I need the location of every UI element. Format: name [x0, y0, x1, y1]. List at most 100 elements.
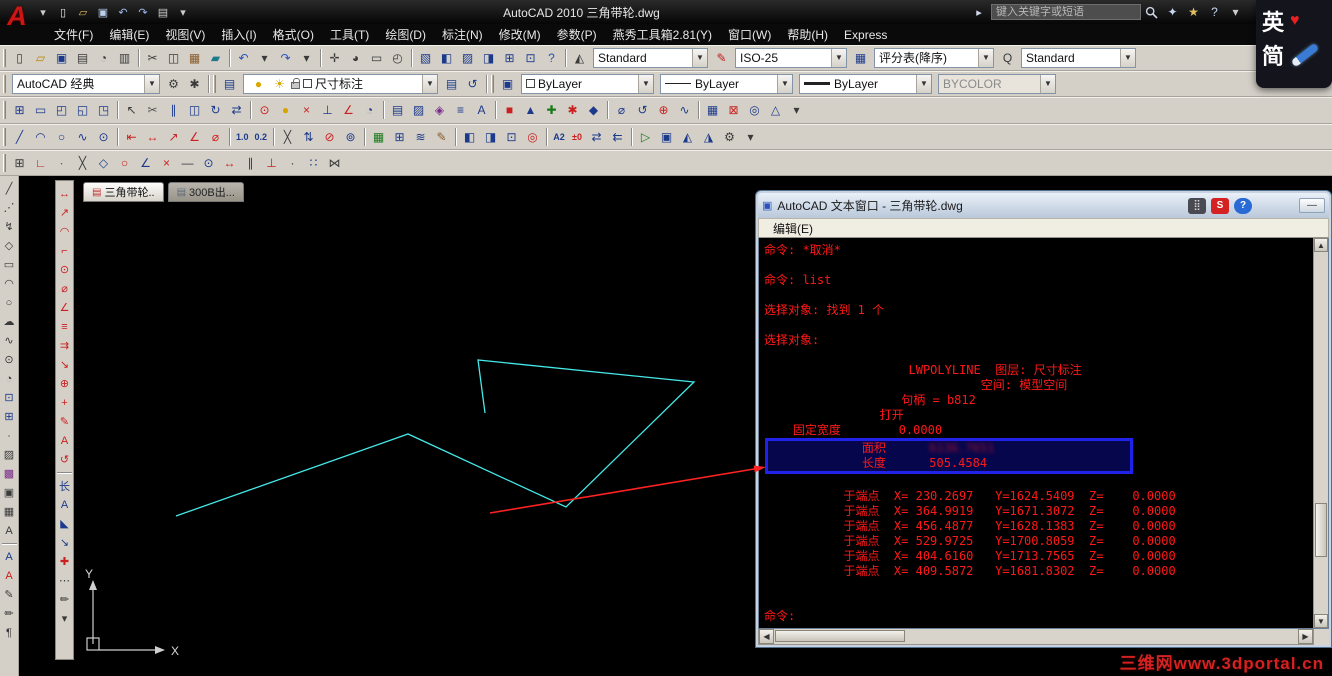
dim-angular-icon[interactable]: ∠ — [56, 298, 73, 317]
text-window-minimize-button[interactable]: — — [1299, 198, 1325, 213]
menu-item[interactable]: 格式(O) — [265, 24, 322, 45]
insert-block-icon[interactable]: ⊡ — [0, 388, 18, 407]
pencil-icon[interactable]: ✏ — [0, 604, 18, 623]
osnap-tangent-icon[interactable]: ◔ — [359, 100, 380, 120]
dim-linear-icon[interactable]: ↔ — [56, 184, 73, 203]
osnap-settings-icon[interactable]: ⋈ — [324, 153, 345, 173]
dim-aligned-tool-icon[interactable]: ↗ — [163, 127, 184, 147]
toolbar-grip[interactable] — [491, 74, 494, 93]
combo-arrow-icon[interactable]: ▼ — [144, 74, 159, 93]
vports-2-icon[interactable]: ◰ — [51, 100, 72, 120]
snap-perpendicular2-icon[interactable]: ⊥ — [261, 153, 282, 173]
settings-icon[interactable]: ⚙ — [719, 127, 740, 147]
ime-panel[interactable]: 英 ♥ 简 — [1256, 0, 1332, 88]
qat-undo-icon[interactable]: ↶ — [114, 3, 132, 21]
viewport-right-icon[interactable]: ◨ — [480, 127, 501, 147]
qat-redo-icon[interactable]: ↷ — [134, 3, 152, 21]
multileader-style-combo[interactable]: Standard ▼ — [1021, 47, 1136, 68]
search-icon[interactable] — [1145, 6, 1158, 19]
star-tool-icon[interactable]: ✱ — [562, 100, 583, 120]
text-window[interactable]: ▣ AutoCAD 文本窗口 - 三角带轮.dwg ⣿ S ? — 编辑(E) … — [755, 190, 1332, 648]
favorites-icon[interactable]: ★ — [1183, 2, 1204, 22]
make-object-layer-current-icon[interactable]: ▣ — [497, 74, 518, 94]
toolbar-grip[interactable] — [3, 101, 6, 119]
ellipse-tool2-icon[interactable]: ⊙ — [93, 127, 114, 147]
tool-palettes-icon[interactable]: ▨ — [457, 48, 478, 68]
snap-nearest-icon[interactable]: — — [177, 153, 198, 173]
dim-style-dialog-icon[interactable]: ✎ — [711, 48, 732, 68]
menu-item[interactable]: 标注(N) — [434, 24, 491, 45]
mleader-style-icon[interactable]: Q — [997, 48, 1018, 68]
delete-tool-icon[interactable]: ⊠ — [723, 100, 744, 120]
pline-edit-icon[interactable]: ╱ — [9, 127, 30, 147]
autocad-logo-icon[interactable]: A — [2, 1, 32, 43]
designcenter-icon[interactable]: ◧ — [436, 48, 457, 68]
spline-tool2-icon[interactable]: ∿ — [72, 127, 93, 147]
line-tool-icon[interactable]: ╱ — [0, 179, 18, 198]
drawing-tab[interactable]: ▤ 300B出... — [167, 182, 244, 202]
combo-arrow-icon[interactable]: ▼ — [777, 74, 792, 93]
donut-tool-icon[interactable]: ◎ — [744, 100, 765, 120]
scroll-down-button[interactable]: ▼ — [1314, 614, 1328, 628]
table-style-combo[interactable]: 评分表(降序) ▼ — [874, 47, 994, 68]
open-icon[interactable]: ▱ — [30, 48, 51, 68]
toolbar-grip[interactable] — [3, 153, 6, 172]
dim-edit-icon[interactable]: ✎ — [56, 412, 73, 431]
break-icon[interactable]: ⊘ — [319, 127, 340, 147]
search-collapse-icon[interactable]: ▸ — [971, 6, 987, 19]
pick-icon[interactable]: ↖ — [121, 100, 142, 120]
hatch-tool-icon[interactable]: ▨ — [408, 100, 429, 120]
menu-item[interactable]: 修改(M) — [491, 24, 549, 45]
leader2-icon[interactable]: ↘ — [56, 533, 73, 552]
plot-icon[interactable]: ▤ — [72, 48, 93, 68]
redo-icon[interactable]: ↷ — [275, 48, 296, 68]
spline-edit-icon[interactable]: ∿ — [674, 100, 695, 120]
text-red-a-icon[interactable]: A — [0, 566, 18, 585]
dim-ordinate-icon[interactable]: ⌐ — [56, 241, 73, 260]
linetype-scale-02-button[interactable]: 0.2 — [252, 127, 271, 147]
drawing-polyline[interactable] — [175, 359, 696, 517]
lineweight-combo[interactable]: ByLayer ▼ — [799, 73, 932, 94]
s-badge-button[interactable]: S — [1211, 197, 1229, 214]
solid-fill-icon[interactable]: ▲ — [520, 100, 541, 120]
dim-arclength-icon[interactable]: ◠ — [56, 222, 73, 241]
dim-tolerance-icon[interactable]: ⊕ — [56, 374, 73, 393]
combo-arrow-icon[interactable]: ▼ — [978, 48, 993, 67]
dim-diameter-tool-icon[interactable]: ⌀ — [205, 127, 226, 147]
qat-save-icon[interactable]: ▣ — [94, 3, 112, 21]
align-tool-icon[interactable]: ≡ — [450, 100, 471, 120]
osnap-angle-icon[interactable]: ∠ — [338, 100, 359, 120]
layer-sun-icon[interactable]: ☀ — [269, 75, 290, 93]
snap-from-icon[interactable]: ⊞ — [9, 153, 30, 173]
color-combo[interactable]: ByLayer ▼ — [521, 73, 654, 94]
zoom-window-icon[interactable]: ▭ — [366, 48, 387, 68]
osnap-perpendicular-icon[interactable]: ⊥ — [317, 100, 338, 120]
combo-arrow-icon[interactable]: ▼ — [916, 74, 931, 93]
menu-item[interactable]: 编辑(E) — [101, 24, 157, 45]
properties-icon[interactable]: ▧ — [415, 48, 436, 68]
drawing-tab[interactable]: ▤ 三角带轮.. — [83, 182, 164, 202]
construction-line-icon[interactable]: ⋰ — [0, 198, 18, 217]
menu-item[interactable]: 参数(P) — [549, 24, 605, 45]
annotate-icon[interactable]: ✎ — [431, 127, 452, 147]
osnap-intersection-icon[interactable]: × — [296, 100, 317, 120]
table-tool-icon[interactable]: ▦ — [702, 100, 723, 120]
gradient-icon[interactable]: ▩ — [0, 464, 18, 483]
table-style-dialog-icon[interactable]: ▦ — [850, 48, 871, 68]
add-tool-icon[interactable]: ✚ — [541, 100, 562, 120]
ucs-tool2-icon[interactable]: ◮ — [698, 127, 719, 147]
vertical-scrollbar[interactable]: ▲ ▼ — [1313, 238, 1328, 628]
array-rect-icon[interactable]: ▦ — [368, 127, 389, 147]
more-tools-icon[interactable]: ▾ — [786, 100, 807, 120]
save-icon[interactable]: ▣ — [51, 48, 72, 68]
help-badge-button[interactable]: ? — [1234, 197, 1252, 214]
align-left-icon[interactable]: ⇇ — [607, 127, 628, 147]
quickcalc-icon[interactable]: ⊡ — [520, 48, 541, 68]
workspace-settings-icon[interactable]: ⚙ — [163, 74, 184, 94]
horizontal-scrollbar[interactable]: ◀ ▶ — [758, 629, 1314, 645]
dim-center-mark-icon[interactable]: + — [56, 393, 73, 412]
sheet-set-icon[interactable]: ◨ — [478, 48, 499, 68]
qat-more-icon[interactable]: ▾ — [174, 3, 192, 21]
copy-icon[interactable]: ◫ — [163, 48, 184, 68]
linetype-combo[interactable]: ByLayer ▼ — [660, 73, 793, 94]
